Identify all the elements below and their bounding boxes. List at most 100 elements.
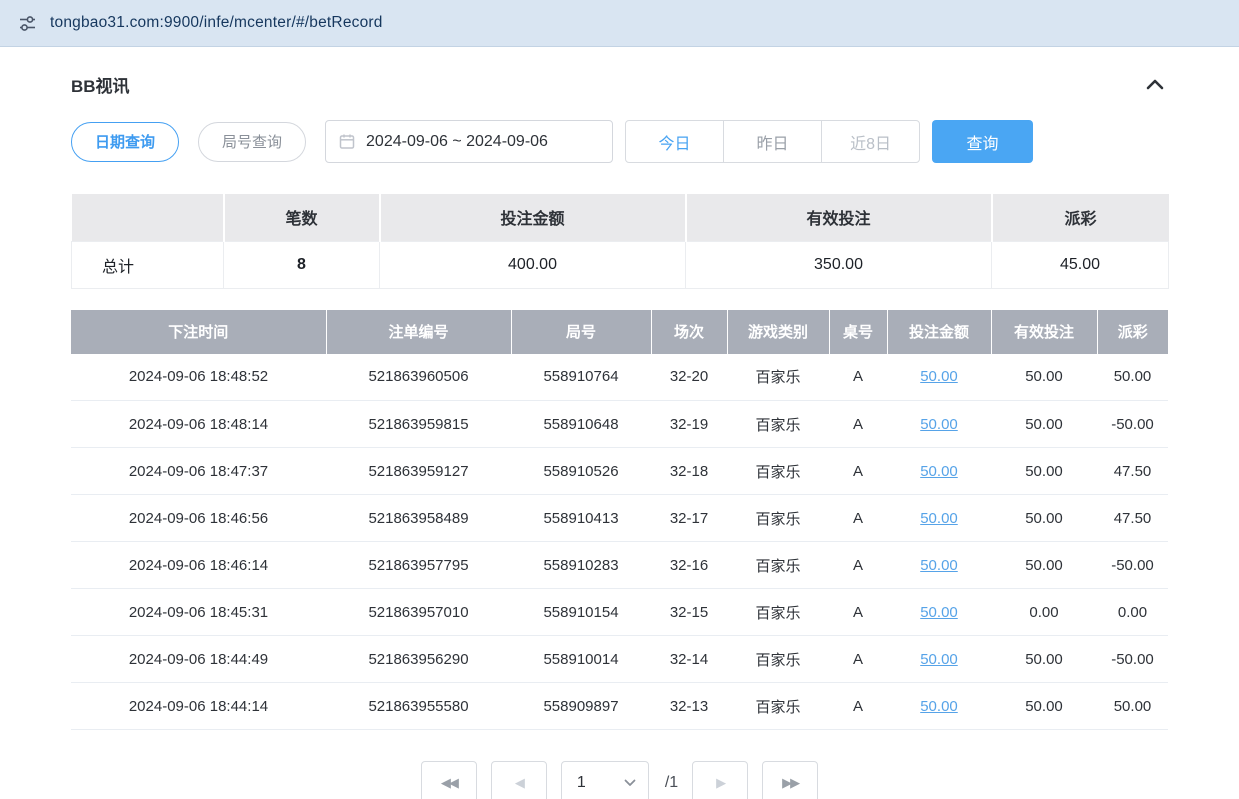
first-page-button[interactable]: ◀◀ (421, 761, 477, 799)
header-valid-bet: 有效投注 (991, 310, 1097, 354)
cell-round-id: 558909897 (511, 683, 651, 730)
double-chevron-left-icon: ◀◀ (441, 775, 457, 791)
cell-session: 32-20 (651, 354, 727, 401)
summary-table: 笔数 投注金额 有效投注 派彩 总计 8 400.00 350.00 45.00 (71, 194, 1169, 289)
chevron-left-icon: ◀ (515, 775, 523, 791)
date-range-input[interactable]: 2024-09-06 ~ 2024-09-06 (325, 120, 613, 163)
cell-session: 32-18 (651, 448, 727, 495)
summary-payout-value: 45.00 (992, 241, 1169, 288)
cell-payout: 50.00 (1097, 354, 1168, 401)
site-controls-icon[interactable] (18, 14, 37, 33)
table-row: 2024-09-06 18:46:56521863958489558910413… (71, 495, 1168, 542)
bet-amount-link[interactable]: 50.00 (920, 698, 958, 715)
page-select[interactable]: 1 (561, 761, 649, 799)
cell-order-id: 521863959127 (326, 448, 511, 495)
date-query-tab[interactable]: 日期查询 (71, 122, 179, 162)
cell-game-type: 百家乐 (727, 542, 829, 589)
page-select-value: 1 (577, 774, 586, 792)
table-row: 2024-09-06 18:45:31521863957010558910154… (71, 589, 1168, 636)
bet-amount-link[interactable]: 50.00 (920, 557, 958, 574)
cell-session: 32-14 (651, 636, 727, 683)
cell-valid-bet: 50.00 (991, 448, 1097, 495)
double-chevron-right-icon: ▶▶ (782, 775, 798, 791)
cell-session: 32-16 (651, 542, 727, 589)
cell-game-type: 百家乐 (727, 495, 829, 542)
table-row: 2024-09-06 18:48:52521863960506558910764… (71, 354, 1168, 401)
summary-header-payout: 派彩 (992, 194, 1169, 241)
cell-bet-amount: 50.00 (887, 542, 991, 589)
cell-table-no: A (829, 636, 887, 683)
cell-round-id: 558910283 (511, 542, 651, 589)
last-page-button[interactable]: ▶▶ (762, 761, 818, 799)
bet-amount-link[interactable]: 50.00 (920, 510, 958, 527)
cell-session: 32-19 (651, 401, 727, 448)
cell-game-type: 百家乐 (727, 683, 829, 730)
table-row: 2024-09-06 18:44:14521863955580558909897… (71, 683, 1168, 730)
cell-bet-amount: 50.00 (887, 401, 991, 448)
bet-amount-link[interactable]: 50.00 (920, 604, 958, 621)
page-total-label: /1 (665, 774, 678, 792)
page-title: BB视讯 (71, 72, 130, 97)
bet-table-header-row: 下注时间 注单编号 局号 场次 游戏类别 桌号 投注金额 有效投注 派彩 (71, 310, 1168, 354)
cell-round-id: 558910014 (511, 636, 651, 683)
pagination: ◀◀ ◀ 1 /1 ▶ ▶▶ (71, 761, 1168, 799)
summary-valid-bet-value: 350.00 (686, 241, 992, 288)
cell-round-id: 558910413 (511, 495, 651, 542)
bet-amount-link[interactable]: 50.00 (920, 368, 958, 385)
url-text[interactable]: tongbao31.com:9900/infe/mcenter/#/betRec… (50, 14, 383, 32)
header-order-id: 注单编号 (326, 310, 511, 354)
cell-bet-amount: 50.00 (887, 636, 991, 683)
cell-valid-bet: 50.00 (991, 683, 1097, 730)
cell-order-id: 521863955580 (326, 683, 511, 730)
header-round-id: 局号 (511, 310, 651, 354)
browser-url-bar: tongbao31.com:9900/infe/mcenter/#/betRec… (0, 0, 1239, 47)
cell-session: 32-13 (651, 683, 727, 730)
bet-table-body: 2024-09-06 18:48:52521863960506558910764… (71, 354, 1168, 730)
cell-session: 32-15 (651, 589, 727, 636)
header-session: 场次 (651, 310, 727, 354)
cell-payout: -50.00 (1097, 401, 1168, 448)
chevron-right-icon: ▶ (716, 775, 724, 791)
cell-valid-bet: 50.00 (991, 495, 1097, 542)
search-button[interactable]: 查询 (932, 120, 1033, 163)
next-page-button[interactable]: ▶ (692, 761, 748, 799)
bet-amount-link[interactable]: 50.00 (920, 463, 958, 480)
quick-range-last8days[interactable]: 近8日 (821, 120, 920, 163)
cell-game-type: 百家乐 (727, 354, 829, 401)
cell-table-no: A (829, 401, 887, 448)
quick-range-today[interactable]: 今日 (625, 120, 724, 163)
summary-total-row: 总计 8 400.00 350.00 45.00 (72, 241, 1169, 288)
cell-order-id: 521863958489 (326, 495, 511, 542)
summary-header-bet-amount: 投注金额 (380, 194, 686, 241)
cell-time: 2024-09-06 18:47:37 (71, 448, 326, 495)
cell-order-id: 521863957010 (326, 589, 511, 636)
cell-bet-amount: 50.00 (887, 589, 991, 636)
cell-payout: 50.00 (1097, 683, 1168, 730)
cell-payout: -50.00 (1097, 636, 1168, 683)
table-row: 2024-09-06 18:47:37521863959127558910526… (71, 448, 1168, 495)
summary-header-empty (72, 194, 224, 241)
chevron-up-icon (1146, 79, 1164, 90)
filter-toolbar: 日期查询 局号查询 2024-09-06 ~ 2024-09-06 今日 昨日 … (71, 120, 1168, 163)
cell-table-no: A (829, 448, 887, 495)
cell-payout: 47.50 (1097, 495, 1168, 542)
cell-time: 2024-09-06 18:46:56 (71, 495, 326, 542)
prev-page-button[interactable]: ◀ (491, 761, 547, 799)
bet-amount-link[interactable]: 50.00 (920, 416, 958, 433)
cell-table-no: A (829, 495, 887, 542)
cell-table-no: A (829, 542, 887, 589)
cell-valid-bet: 0.00 (991, 589, 1097, 636)
cell-order-id: 521863957795 (326, 542, 511, 589)
quick-range-yesterday[interactable]: 昨日 (723, 120, 822, 163)
bet-record-table: 下注时间 注单编号 局号 场次 游戏类别 桌号 投注金额 有效投注 派彩 202… (71, 310, 1168, 731)
header-payout: 派彩 (1097, 310, 1168, 354)
cell-valid-bet: 50.00 (991, 636, 1097, 683)
collapse-panel-button[interactable] (1142, 75, 1168, 94)
round-query-tab[interactable]: 局号查询 (198, 122, 306, 162)
cell-table-no: A (829, 589, 887, 636)
cell-order-id: 521863959815 (326, 401, 511, 448)
cell-payout: 47.50 (1097, 448, 1168, 495)
summary-count-value: 8 (224, 241, 380, 288)
header-bet-amount: 投注金额 (887, 310, 991, 354)
bet-amount-link[interactable]: 50.00 (920, 651, 958, 668)
